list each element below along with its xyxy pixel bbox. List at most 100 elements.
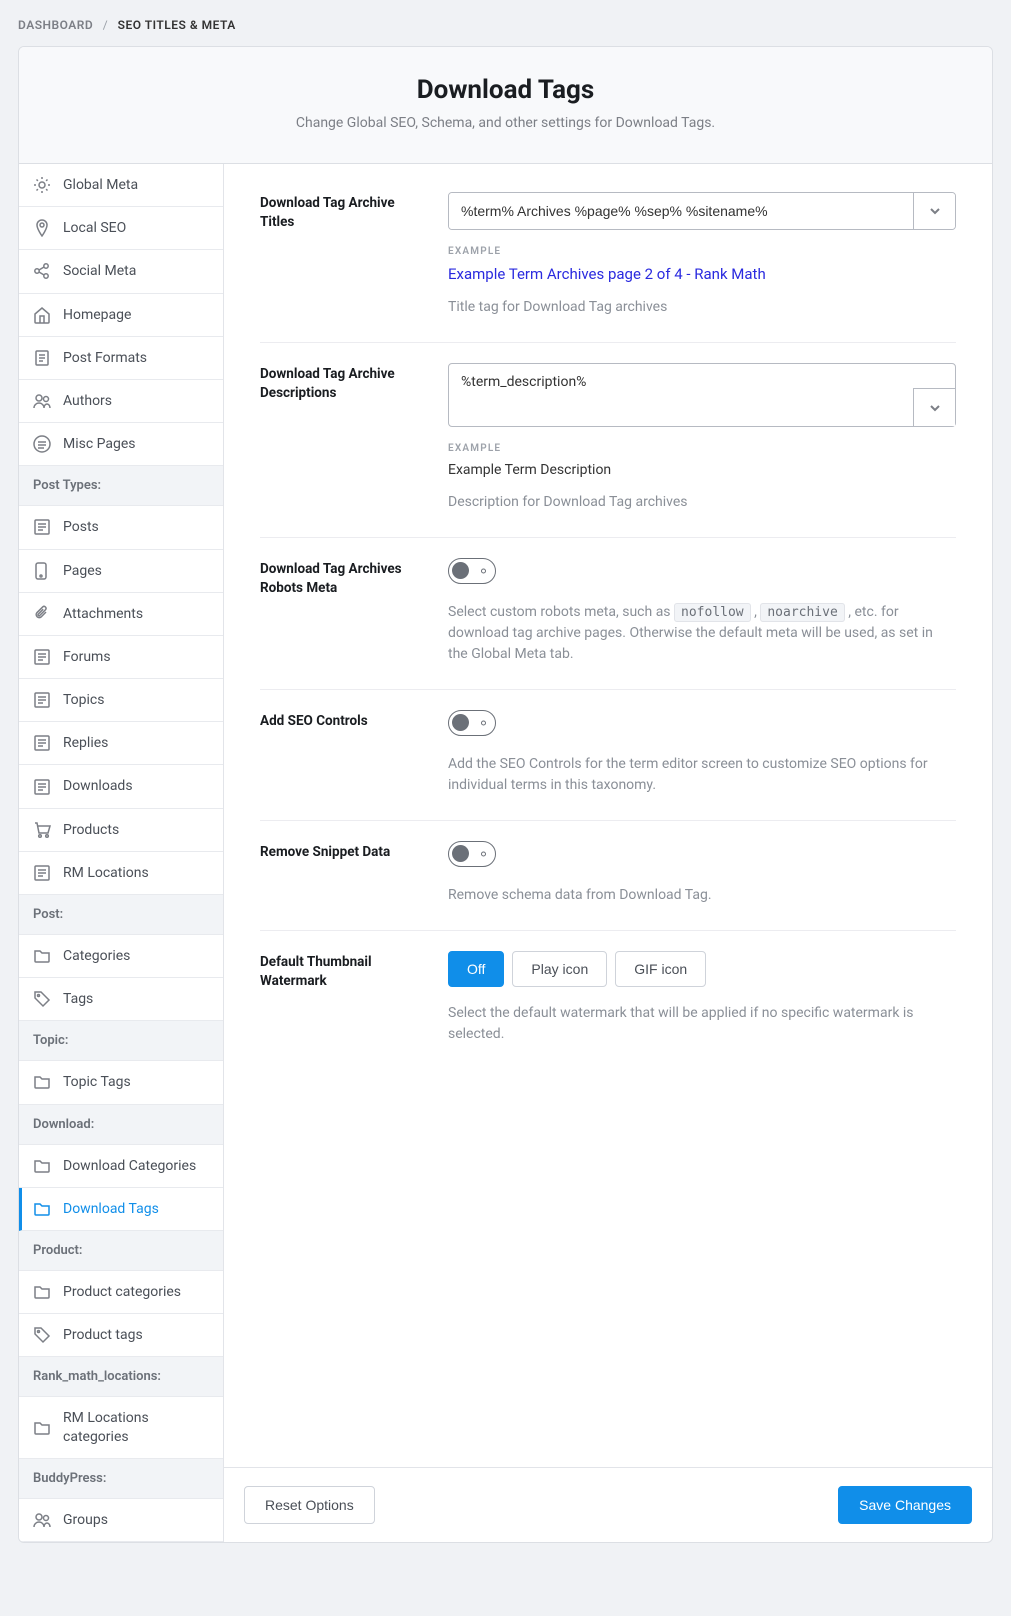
sidebar-item-label: Global Meta xyxy=(63,176,138,194)
sidebar-item-forums[interactable]: Forums xyxy=(19,636,223,679)
sidebar-section-header: Download: xyxy=(19,1105,223,1145)
sidebar-item-label: Product tags xyxy=(63,1326,143,1344)
sidebar-item-authors[interactable]: Authors xyxy=(19,380,223,423)
variables-dropdown-button[interactable] xyxy=(913,193,955,229)
folder-icon xyxy=(33,1200,51,1218)
sidebar-section-header: BuddyPress: xyxy=(19,1459,223,1499)
help-text: Title tag for Download Tag archives xyxy=(448,297,956,318)
folder-icon xyxy=(33,1073,51,1091)
sidebar-item-homepage[interactable]: Homepage xyxy=(19,294,223,337)
users-icon xyxy=(33,1511,51,1529)
sidebar-item-product-tags[interactable]: Product tags xyxy=(19,1314,223,1357)
sidebar-item-rm-locations-categories[interactable]: RM Locations categories xyxy=(19,1397,223,1458)
sidebar-item-label: Social Meta xyxy=(63,262,136,280)
sidebar-item-posts[interactable]: Posts xyxy=(19,506,223,549)
code-noarchive: noarchive xyxy=(760,603,844,622)
field-watermark: Default Thumbnail Watermark OffPlay icon… xyxy=(260,931,956,1069)
field-label: Download Tag Archives Robots Meta xyxy=(260,558,420,665)
sidebar-item-label: Downloads xyxy=(63,777,133,795)
code-nofollow: nofollow xyxy=(674,603,751,622)
sidebar-item-groups[interactable]: Groups xyxy=(19,1499,223,1542)
sidebar-item-rm-locations[interactable]: RM Locations xyxy=(19,852,223,895)
field-snippet-data: Remove Snippet Data Remove schema data f… xyxy=(260,821,956,931)
robots-meta-toggle[interactable] xyxy=(448,558,496,584)
field-archive-titles: Download Tag Archive Titles EXAMPLE Exam… xyxy=(260,192,956,343)
sidebar-item-post-formats[interactable]: Post Formats xyxy=(19,337,223,380)
home-icon xyxy=(33,306,51,324)
sidebar-item-global-meta[interactable]: Global Meta xyxy=(19,164,223,207)
sidebar-item-label: Download Tags xyxy=(63,1200,159,1218)
help-text: Add the SEO Controls for the term editor… xyxy=(448,754,956,796)
sidebar-item-categories[interactable]: Categories xyxy=(19,935,223,978)
sidebar-item-attachments[interactable]: Attachments xyxy=(19,593,223,636)
post-icon xyxy=(33,518,51,536)
chevron-down-icon xyxy=(929,402,941,414)
help-text: Description for Download Tag archives xyxy=(448,492,956,513)
sidebar-item-replies[interactable]: Replies xyxy=(19,722,223,765)
sidebar-item-download-categories[interactable]: Download Categories xyxy=(19,1145,223,1188)
folder-icon xyxy=(33,1283,51,1301)
snippet-data-toggle[interactable] xyxy=(448,841,496,867)
archive-description-input[interactable]: %term_description% xyxy=(449,364,955,400)
breadcrumb-current: SEO TITLES & META xyxy=(118,18,236,32)
sidebar-item-label: Authors xyxy=(63,392,112,410)
breadcrumb-root[interactable]: DASHBOARD xyxy=(18,18,93,32)
field-label: Remove Snippet Data xyxy=(260,841,420,906)
watermark-option-button[interactable]: GIF icon xyxy=(615,951,706,987)
sidebar-item-label: Homepage xyxy=(63,306,131,324)
sidebar-item-label: Tags xyxy=(63,990,93,1008)
seo-controls-toggle[interactable] xyxy=(448,710,496,736)
description-input-group: %term_description% xyxy=(448,363,956,427)
sidebar-item-local-seo[interactable]: Local SEO xyxy=(19,207,223,250)
save-changes-button[interactable]: Save Changes xyxy=(838,1486,972,1524)
sidebar-item-download-tags[interactable]: Download Tags xyxy=(19,1188,223,1231)
sidebar-item-products[interactable]: Products xyxy=(19,809,223,852)
sidebar-item-social-meta[interactable]: Social Meta xyxy=(19,250,223,293)
sidebar-item-product-categories[interactable]: Product categories xyxy=(19,1271,223,1314)
sidebar-item-topics[interactable]: Topics xyxy=(19,679,223,722)
reset-options-button[interactable]: Reset Options xyxy=(244,1486,375,1524)
sidebar-section-header: Post: xyxy=(19,895,223,935)
toggle-indicator xyxy=(481,721,486,726)
field-archive-descriptions: Download Tag Archive Descriptions %term_… xyxy=(260,343,956,538)
sidebar-item-label: RM Locations xyxy=(63,864,149,882)
sidebar: Global Meta Local SEO Social Meta Homepa… xyxy=(19,164,224,1542)
title-input-group xyxy=(448,192,956,230)
page-icon xyxy=(33,562,51,580)
tag-icon xyxy=(33,990,51,1008)
toggle-indicator xyxy=(481,569,486,574)
breadcrumb: DASHBOARD / SEO TITLES & META xyxy=(18,18,993,32)
list-icon xyxy=(33,435,51,453)
example-preview: Example Term Archives page 2 of 4 - Rank… xyxy=(448,265,956,283)
post-icon xyxy=(33,778,51,796)
sidebar-item-topic-tags[interactable]: Topic Tags xyxy=(19,1061,223,1104)
sidebar-item-label: Attachments xyxy=(63,605,143,623)
page-title: Download Tags xyxy=(39,75,972,105)
sidebar-item-label: Products xyxy=(63,821,119,839)
sidebar-item-pages[interactable]: Pages xyxy=(19,550,223,593)
toggle-indicator xyxy=(481,852,486,857)
post-icon xyxy=(33,734,51,752)
help-text: Select the default watermark that will b… xyxy=(448,1003,956,1045)
post-icon xyxy=(33,864,51,882)
tag-icon xyxy=(33,1326,51,1344)
sidebar-item-label: Local SEO xyxy=(63,219,126,237)
sidebar-item-downloads[interactable]: Downloads xyxy=(19,765,223,808)
sidebar-item-label: Forums xyxy=(63,648,111,666)
sidebar-item-tags[interactable]: Tags xyxy=(19,978,223,1021)
watermark-option-button[interactable]: Off xyxy=(448,951,504,987)
toggle-knob xyxy=(452,845,469,862)
sidebar-item-label: Download Categories xyxy=(63,1157,196,1175)
variables-dropdown-button[interactable] xyxy=(913,388,955,426)
field-label: Default Thumbnail Watermark xyxy=(260,951,420,1045)
sidebar-item-label: RM Locations categories xyxy=(63,1409,209,1445)
example-label: EXAMPLE xyxy=(448,443,956,454)
watermark-option-button[interactable]: Play icon xyxy=(512,951,607,987)
card-header: Download Tags Change Global SEO, Schema,… xyxy=(19,47,992,164)
sidebar-item-misc-pages[interactable]: Misc Pages xyxy=(19,423,223,466)
sidebar-item-label: Product categories xyxy=(63,1283,181,1301)
sidebar-item-label: Post Formats xyxy=(63,349,147,367)
post-icon xyxy=(33,691,51,709)
archive-title-input[interactable] xyxy=(449,193,913,229)
help-text: Remove schema data from Download Tag. xyxy=(448,885,956,906)
